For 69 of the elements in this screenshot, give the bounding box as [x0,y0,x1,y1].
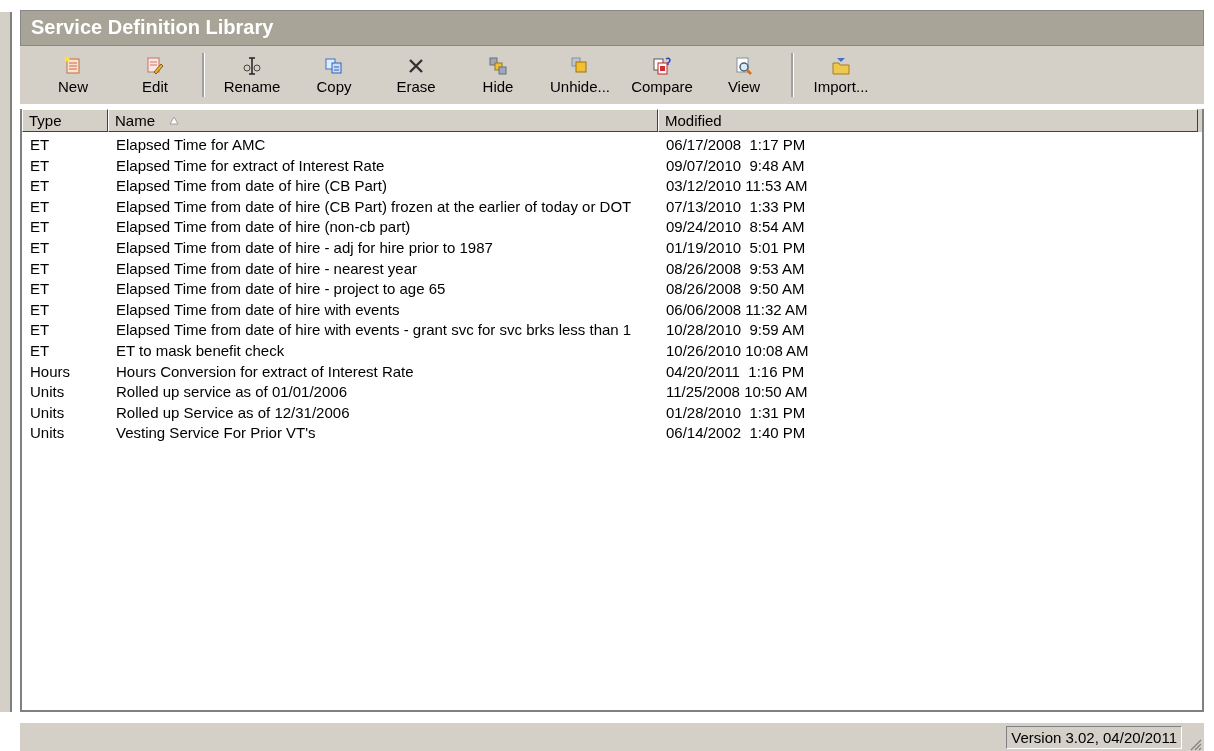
toolbar-button[interactable]: Hide [457,53,539,97]
column-header[interactable]: Type [22,109,108,132]
table-cell-text: Elapsed Time from date of hire with events [115,300,401,320]
table-cell-text: ET [29,177,51,197]
toolbar-button[interactable]: New [32,53,114,97]
column-header[interactable]: Name [108,109,658,132]
stacked-squares-icon [488,55,508,76]
numbered-pages-icon [652,55,672,76]
pencil-document-icon [145,55,165,76]
table-cell-text: ET [29,156,51,176]
table-cell-text: Elapsed Time from date of hire - nearest year [115,259,418,279]
copy-icon [324,55,344,76]
window-title: Service Definition Library [20,10,1204,46]
table-cell-text: 08/26/2008 9:50 AM [665,280,806,300]
table-cell-text: Elapsed Time from date of hire - project to age 65 [115,280,447,300]
table-cell-text: Rolled up Service as of 12/31/2006 [115,403,351,423]
table-cell-text: Elapsed Time from date of hire (CB Part) frozen at the earlier of today or DOT [115,197,633,217]
table-cell-text: 01/28/2010 1:31 PM [665,403,807,423]
version-text: Version 3.02, 04/20/2011 [1006,725,1182,749]
folder-arrow-icon [831,55,851,76]
toolbar-button[interactable]: Compare [621,53,703,97]
table-cell-text: Units [29,424,66,444]
new-document-icon [63,55,83,76]
table-cell-text: 01/19/2010 5:01 PM [665,238,807,258]
table-cell-text: 07/13/2010 1:33 PM [665,197,807,217]
table-cell-text: Units [29,383,66,403]
table-cell-text: ET [29,321,51,341]
table-cell-text: 10/28/2010 9:59 AM [665,321,806,341]
table-cell-text: ET [29,238,51,258]
table-cell-text: Hours Conversion for extract of Interest Rate [115,362,415,382]
table-cell-text: ET [29,197,51,217]
table-cell-text: 06/14/2002 1:40 PM [665,424,807,444]
stacked-squares-icon [570,55,590,76]
table-cell-text: ET to mask benefit check [115,341,286,361]
table-cell-text: Rolled up service as of 01/01/2006 [115,383,348,403]
toolbar-button[interactable]: Import... [800,53,882,97]
table-cell-text: 09/07/2010 9:48 AM [665,156,806,176]
toolbar-button[interactable]: Edit [114,53,196,97]
table-cell-text: Elapsed Time from date of hire (CB Part) [115,177,388,197]
table-cell-text: Elapsed Time for AMC [115,136,267,155]
table-cell-text: Elapsed Time for extract of Interest Rate [115,156,386,176]
toolbar-button[interactable]: Erase [375,53,457,97]
table-cell-text: 10/26/2010 10:08 AM [665,341,810,361]
table-cell-text: ET [29,218,51,238]
table-cell-text: Vesting Service For Prior VT's [115,424,317,444]
table-cell-text: 06/17/2008 1:17 PM [665,136,807,155]
table-cell-text: 08/26/2008 9:53 AM [665,259,806,279]
table-cell-text: 06/06/2008 11:32 AM [665,300,809,320]
toolbar-button[interactable]: Rename [211,53,293,97]
table-cell-text: Elapsed Time from date of hire (non-cb part) [115,218,412,238]
table-cell-text: 03/12/2010 11:53 AM [665,177,809,197]
table-cell-text: ET [29,136,51,155]
table-cell-text: Elapsed Time from date of hire - adj for hire prior to 1987 [115,238,494,258]
table-cell-text: 09/24/2010 8:54 AM [665,218,806,238]
magnifier-document-icon [734,55,754,76]
text-cursor-icon [242,55,262,76]
table-cell-text: Elapsed Time from date of hire with events - grant svc for svc brks less than 1 [115,321,633,341]
column-header[interactable]: Modified [658,109,1198,132]
table-cell-text: Units [29,403,66,423]
table-cell-text: 11/25/2008 10:50 AM [665,383,809,403]
table-cell-text: ET [29,300,51,320]
table-cell-text: ET [29,280,51,300]
table-cell-text: Hours [29,362,71,382]
toolbar-button[interactable]: View [703,53,785,97]
table-cell-text: ET [29,259,51,279]
table-cell-text: ET [29,341,51,361]
toolbar-button[interactable]: Copy [293,53,375,97]
table-cell-text: 04/20/2011 1:16 PM [665,362,806,382]
toolbar-button[interactable]: Unhide... [539,53,621,97]
